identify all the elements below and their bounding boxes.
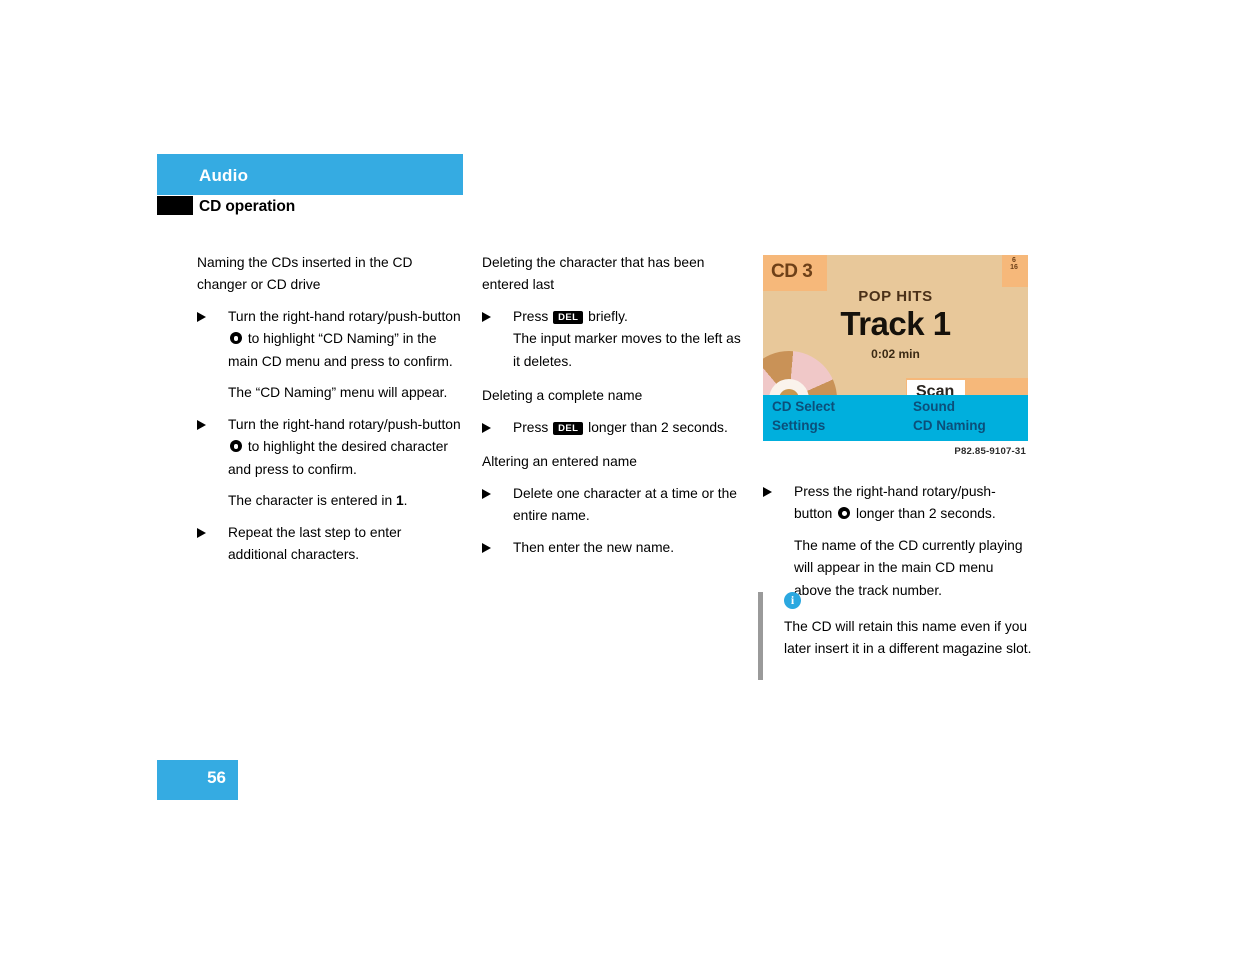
track-count-badge-label: 6 16: [1010, 257, 1018, 271]
left-intro-paragraph: Naming the CDs inserted in the CD change…: [197, 255, 413, 293]
disc-name-label: POP HITS: [858, 288, 933, 305]
callout-reference: 1: [395, 493, 404, 509]
list-item: Press DEL longer than 2 seconds.: [482, 417, 748, 439]
step-text-cont: longer than 2 seconds.: [856, 506, 996, 522]
note-vertical-rule: [758, 592, 763, 680]
del-key-icon: DEL: [553, 310, 584, 325]
page-number: 56: [207, 768, 226, 787]
triangle-bullet-icon: [197, 311, 206, 322]
step-text: Then enter the new name.: [513, 539, 675, 555]
rotary-push-button-icon: [230, 440, 242, 453]
menu-item-cd-naming[interactable]: CD Naming: [913, 418, 986, 433]
step-text-cont: briefly.: [588, 308, 628, 324]
column-middle: Deleting the character that has been ent…: [482, 252, 748, 568]
list-item: Delete one character at a time or the en…: [482, 483, 748, 528]
column-right: Press the right-hand rotary/push-button …: [763, 481, 1031, 611]
rotary-push-button-icon: [230, 332, 242, 345]
step-result-punct: .: [403, 493, 408, 509]
screen-menu-bar: CD Select Settings Sound CD Naming: [763, 395, 1028, 441]
step-result: The input marker moves to the left as it…: [513, 331, 741, 369]
step-result-text: The character is entered in: [228, 493, 393, 509]
note-text: The CD will retain this name even if you…: [784, 619, 1032, 657]
step-text: Delete one character at a time or the en…: [513, 485, 737, 524]
list-item: Press DEL briefly. The input marker move…: [482, 306, 748, 373]
list-item: Then enter the new name.: [482, 537, 748, 559]
rotary-push-button-icon: [838, 507, 851, 520]
triangle-bullet-icon: [482, 311, 491, 322]
list-item: Repeat the last step to enter additional…: [197, 522, 463, 567]
step-text: Turn the right-hand rotary/push-button: [228, 308, 461, 324]
triangle-bullet-icon: [482, 488, 491, 499]
step-text: Press: [513, 419, 549, 435]
step-result: The character is entered in 1.: [197, 490, 463, 512]
step-text-cont: to highlight the desired character and p…: [228, 439, 449, 477]
triangle-bullet-icon: [197, 527, 206, 538]
middle-heading-3: Altering an entered name: [482, 454, 637, 470]
figure-head-unit-display: CD 3 6 16 POP HITS Track 1 0:02 min Scan …: [763, 255, 1028, 462]
triangle-bullet-icon: [763, 487, 772, 497]
step-text-cont: to highlight “CD Naming” in the main CD …: [228, 331, 453, 369]
middle-heading-2: Deleting a complete name: [482, 388, 643, 404]
page-title: Audio: [199, 166, 249, 185]
figure-caption: P82.85-9107-31: [954, 446, 1026, 457]
head-unit-screen: CD 3 6 16 POP HITS Track 1 0:02 min Scan …: [763, 255, 1028, 441]
triangle-bullet-icon: [197, 419, 206, 430]
step-result: The “CD Naming” menu will appear.: [228, 385, 448, 401]
step-text-cont: longer than 2 seconds.: [588, 419, 728, 435]
step-text: Repeat the last step to enter additional…: [228, 524, 402, 563]
info-icon: i: [784, 592, 801, 609]
section-subtitle: CD operation: [199, 198, 296, 215]
menu-item-sound[interactable]: Sound: [913, 399, 955, 414]
list-item: Press the right-hand rotary/push-button …: [763, 481, 1031, 526]
menu-item-settings[interactable]: Settings: [772, 418, 825, 433]
step-result: The name of the CD currently playing wil…: [794, 537, 1023, 598]
track-title-label: Track 1: [840, 305, 951, 342]
triangle-bullet-icon: [482, 542, 491, 553]
step-text: Press: [513, 308, 549, 324]
middle-heading-1: Deleting the character that has been ent…: [482, 255, 705, 293]
cd-slot-badge-label: CD 3: [771, 261, 813, 282]
section-marker: [157, 196, 193, 215]
del-key-icon: DEL: [553, 421, 584, 436]
step-text: Turn the right-hand rotary/push-button: [228, 416, 461, 432]
menu-item-cd-select[interactable]: CD Select: [772, 399, 835, 414]
list-item: Turn the right-hand rotary/push-button t…: [197, 414, 463, 481]
column-left: Naming the CDs inserted in the CD change…: [197, 252, 463, 576]
triangle-bullet-icon: [482, 422, 491, 433]
list-item: Turn the right-hand rotary/push-button t…: [197, 306, 463, 373]
